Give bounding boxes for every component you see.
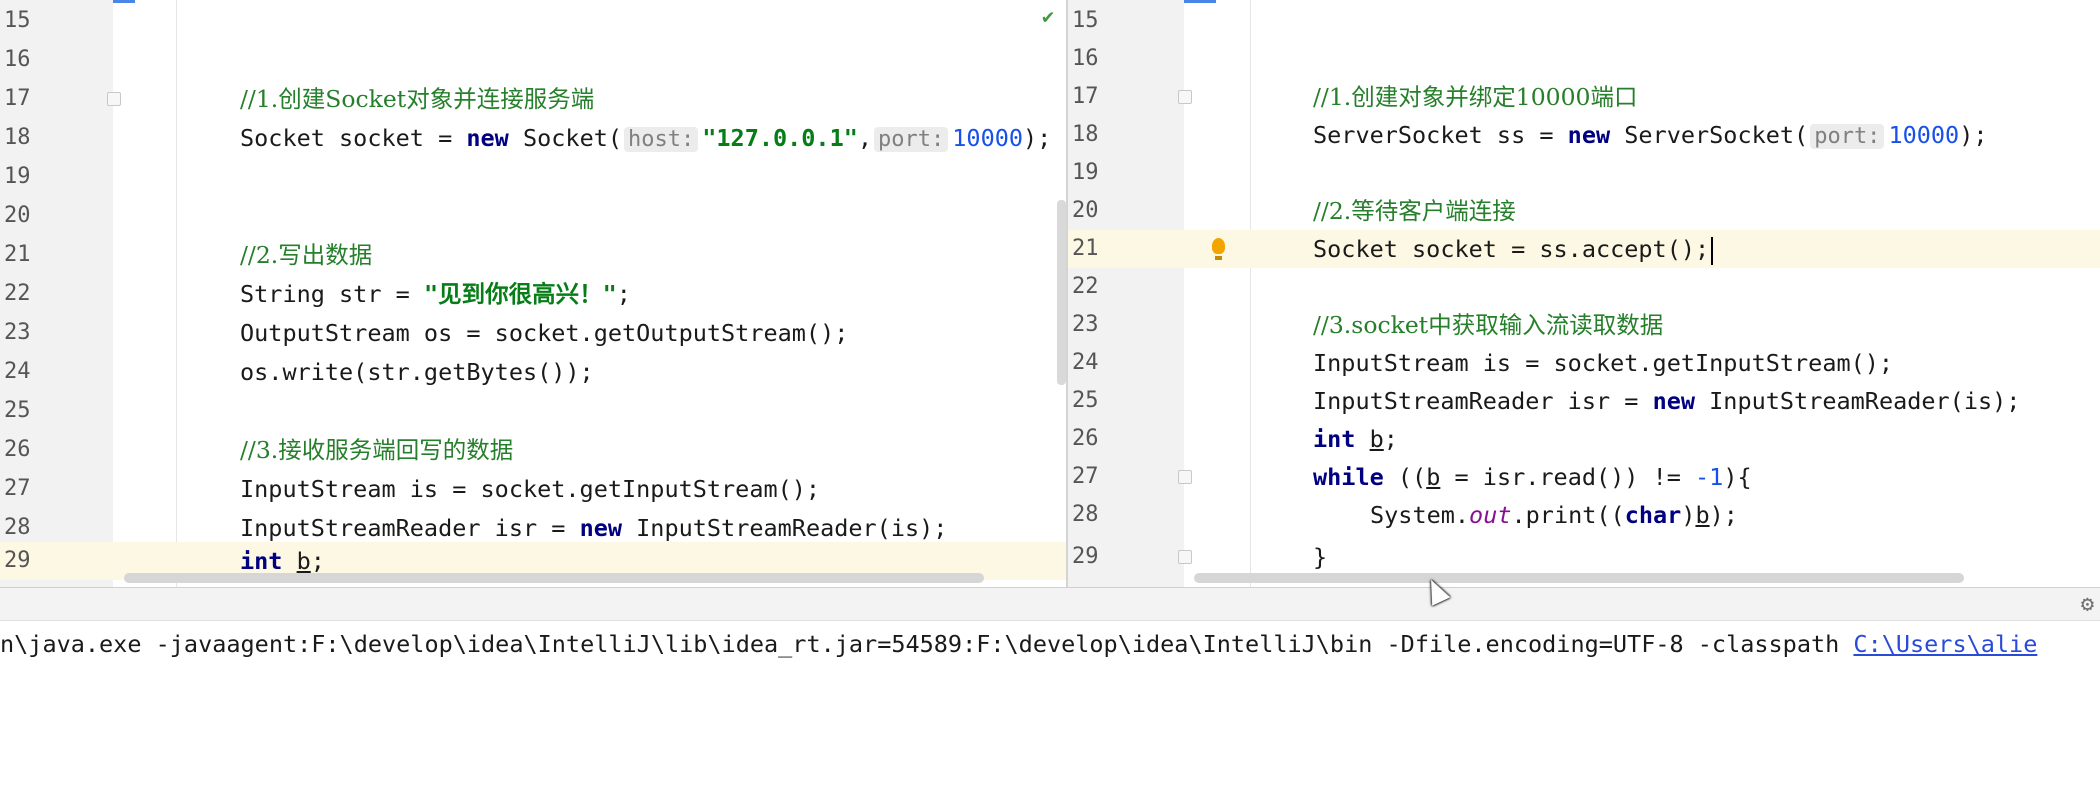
code-comment: //1.创建Socket对象并连接服务端 — [240, 85, 595, 113]
param-hint-port: port: — [874, 127, 949, 152]
code-text: Socket socket = new Socket(host: "127.0.0… — [240, 124, 1052, 152]
line-number: 19 — [1072, 160, 1099, 185]
line-number: 23 — [1072, 312, 1099, 337]
line-number: 16 — [1072, 46, 1099, 71]
line-number: 20 — [4, 203, 31, 228]
horizontal-scrollbar[interactable] — [124, 573, 984, 583]
line-number: 15 — [1072, 8, 1099, 33]
line-number: 27 — [4, 476, 31, 501]
line-number: 24 — [1072, 350, 1099, 375]
code-line[interactable]: 19 — [1068, 154, 2100, 192]
console-toolbar: ⚙ — [0, 588, 2100, 621]
param-hint-host: host: — [624, 127, 699, 152]
line-number: 21 — [1072, 236, 1099, 261]
code-comment: //2.等待客户端连接 — [1313, 197, 1516, 225]
line-number: 22 — [4, 281, 31, 306]
code-line[interactable]: 21 //2.写出数据 — [0, 236, 1066, 274]
code-text: InputStreamReader isr = new InputStreamR… — [1313, 387, 2021, 415]
vertical-scrollbar[interactable] — [1057, 200, 1066, 385]
line-number: 26 — [1072, 426, 1099, 451]
code-text: System.out.print((char)b); — [1370, 501, 1738, 529]
code-text: String str = "见到你很高兴！"; — [240, 280, 631, 308]
code-line[interactable]: 19 — [0, 158, 1066, 196]
fold-marker-icon[interactable] — [1178, 470, 1192, 484]
line-number: 19 — [4, 164, 31, 189]
line-number: 17 — [1072, 84, 1099, 109]
line-number: 25 — [1072, 388, 1099, 413]
classpath-link[interactable]: C:\Users\alie — [1853, 630, 2037, 658]
code-comment: //2.写出数据 — [240, 241, 373, 269]
code-comment: //3.socket中获取输入流读取数据 — [1313, 311, 1664, 339]
line-number: 15 — [4, 8, 31, 33]
run-console[interactable]: ⚙ n\java.exe -javaagent:F:\develop\idea\… — [0, 587, 2100, 800]
code-line[interactable]: 27 while ((b = isr.read()) != -1){ — [1068, 458, 2100, 496]
line-number: 26 — [4, 437, 31, 462]
line-number: 29 — [4, 548, 31, 573]
code-line[interactable]: 28 System.out.print((char)b); — [1068, 496, 2100, 534]
line-number: 21 — [4, 242, 31, 267]
line-number: 27 — [1072, 464, 1099, 489]
code-text: } — [1313, 543, 1328, 571]
param-hint-port: port: — [1810, 124, 1885, 149]
code-text: os.write(str.getBytes()); — [240, 358, 594, 386]
line-number: 29 — [1072, 544, 1099, 569]
code-text: OutputStream os = socket.getOutputStream… — [240, 319, 849, 347]
code-line[interactable]: 16 — [1068, 40, 2100, 78]
console-output-line: n\java.exe -javaagent:F:\develop\idea\In… — [0, 626, 2037, 662]
code-line[interactable]: 24 os.write(str.getBytes()); — [0, 353, 1066, 391]
line-number: 17 — [4, 86, 31, 111]
code-line[interactable]: 17 //1.创建Socket对象并连接服务端 — [0, 80, 1066, 118]
console-command-text: n\java.exe -javaagent:F:\develop\idea\In… — [0, 630, 1854, 658]
line-number: 16 — [4, 47, 31, 72]
code-line[interactable]: 20 — [0, 197, 1066, 235]
horizontal-scrollbar[interactable] — [1194, 573, 1964, 583]
code-line[interactable]: 18 ServerSocket ss = new ServerSocket(po… — [1068, 116, 2100, 154]
code-text: InputStream is = socket.getInputStream()… — [1313, 349, 1894, 377]
code-line[interactable]: 18 Socket socket = new Socket(host: "127.… — [0, 119, 1066, 157]
code-line[interactable]: 25 — [0, 392, 1066, 430]
text-caret — [1711, 236, 1714, 265]
code-line[interactable]: 27 InputStream is = socket.getInputStrea… — [0, 470, 1066, 508]
line-number: 23 — [4, 320, 31, 345]
code-line[interactable]: 24 InputStream is = socket.getInputStrea… — [1068, 344, 2100, 382]
code-line[interactable]: 26 //3.接收服务端回写的数据 — [0, 431, 1066, 469]
code-comment: //3.接收服务端回写的数据 — [240, 436, 514, 464]
code-text: while ((b = isr.read()) != -1){ — [1313, 463, 1752, 491]
code-line[interactable]: 20 //2.等待客户端连接 — [1068, 192, 2100, 230]
code-line[interactable]: 29 } — [1068, 538, 2100, 576]
fold-marker-icon[interactable] — [107, 92, 121, 106]
fold-marker-icon[interactable] — [1178, 550, 1192, 564]
code-line[interactable]: 15 — [0, 2, 1066, 40]
gear-icon[interactable]: ⚙ — [2081, 592, 2094, 617]
code-comment: //1.创建对象并绑定10000端口 — [1313, 83, 1638, 111]
line-number: 28 — [1072, 502, 1099, 527]
line-number: 24 — [4, 359, 31, 384]
code-line[interactable]: 23 OutputStream os = socket.getOutputStr… — [0, 314, 1066, 352]
code-line[interactable]: 26 int b; — [1068, 420, 2100, 458]
line-number: 18 — [4, 125, 31, 150]
code-line[interactable]: 22 String str = "见到你很高兴！"; — [0, 275, 1066, 313]
server-editor-pane[interactable]: 15 16 17 //1.创建对象并绑定10000端口 18 ServerSoc… — [1068, 0, 2100, 587]
current-code-line[interactable]: 21 Socket socket = ss.accept(); — [1068, 230, 2100, 268]
line-number: 20 — [1072, 198, 1099, 223]
fold-marker-icon[interactable] — [1178, 90, 1192, 104]
code-line[interactable]: 17 //1.创建对象并绑定10000端口 — [1068, 78, 2100, 116]
line-number: 25 — [4, 398, 31, 423]
code-text: int b; — [1313, 425, 1398, 453]
code-text: Socket socket = ss.accept(); — [1313, 230, 1714, 268]
line-number: 18 — [1072, 122, 1099, 147]
lightbulb-icon[interactable] — [1212, 238, 1225, 260]
code-line[interactable]: 22 — [1068, 268, 2100, 306]
code-text: InputStream is = socket.getInputStream()… — [240, 475, 821, 503]
line-number: 22 — [1072, 274, 1099, 299]
code-line[interactable]: 25 InputStreamReader isr = new InputStre… — [1068, 382, 2100, 420]
client-editor-pane[interactable]: ✔ 15 16 17 //1.创建Socket对象并连接服务端 18 Socke… — [0, 0, 1066, 587]
code-line[interactable]: 15 — [1068, 2, 2100, 40]
code-line[interactable]: 23 //3.socket中获取输入流读取数据 — [1068, 306, 2100, 344]
code-line[interactable]: 16 — [0, 41, 1066, 79]
code-text: ServerSocket ss = new ServerSocket(port:… — [1313, 121, 1988, 149]
